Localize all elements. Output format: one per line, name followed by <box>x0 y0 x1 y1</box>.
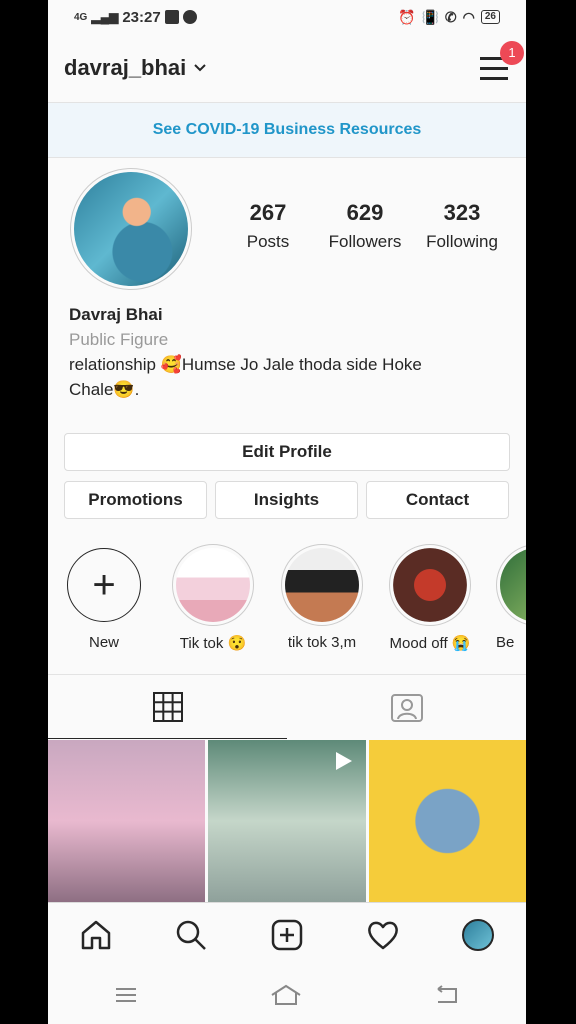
posts-count: 267 <box>249 200 287 225</box>
stat-followers[interactable]: 629 Followers <box>317 200 413 252</box>
status-time: 23:27 <box>122 8 161 26</box>
display-name: Davraj Bhai <box>69 305 163 324</box>
followers-label: Followers <box>328 232 402 251</box>
highlight-label: Tik tok 😯 <box>179 635 247 652</box>
posts-grid <box>48 740 526 902</box>
menu-icon-line <box>480 77 508 80</box>
network-indicator: 4G <box>74 11 88 23</box>
profile-tabs <box>48 674 526 739</box>
profile-bio: Davraj Bhai Public Figure relationship 🥰… <box>69 302 509 402</box>
call-icon: ✆ <box>444 8 457 25</box>
grid-icon <box>152 691 183 722</box>
edit-profile-button[interactable]: Edit Profile <box>64 433 510 471</box>
wifi-icon: ◠ <box>462 8 475 25</box>
highlight-new[interactable]: + New <box>62 544 146 651</box>
profile-avatar-icon[interactable] <box>462 919 495 951</box>
contact-button[interactable]: Contact <box>366 481 509 519</box>
tab-tagged[interactable] <box>287 675 526 739</box>
messenger-icon <box>182 10 197 24</box>
highlight-ring <box>281 544 363 626</box>
plus-icon: + <box>67 548 141 622</box>
highlight-item[interactable]: tik tok 3,m <box>280 544 364 651</box>
tab-posts-grid[interactable] <box>48 675 287 739</box>
facebook-icon <box>164 10 179 24</box>
battery-icon: 26 <box>480 10 500 24</box>
account-switcher[interactable]: davraj_bhai <box>64 55 206 81</box>
highlight-item[interactable]: Tik tok 😯 <box>171 544 255 652</box>
post-thumbnail[interactable] <box>208 740 366 902</box>
alarm-icon: ⏰ <box>398 8 416 25</box>
profile-photo <box>74 172 188 286</box>
followers-count: 629 <box>346 200 384 225</box>
highlight-item[interactable]: Be <box>496 544 526 651</box>
signal-icon: ▂▄▆ <box>91 10 119 24</box>
covid-resources-link[interactable]: See COVID-19 Business Resources <box>48 102 526 158</box>
highlight-label: New <box>88 634 119 651</box>
add-post-icon[interactable] <box>271 919 303 951</box>
recent-apps-icon[interactable] <box>114 985 138 1005</box>
stat-following[interactable]: 323 Following <box>414 200 510 252</box>
stat-posts[interactable]: 267 Posts <box>220 200 316 252</box>
post-thumbnail[interactable] <box>368 740 526 902</box>
highlight-ring <box>172 544 254 626</box>
profile-stats: 267 Posts 629 Followers 323 Following <box>220 200 510 252</box>
promotions-button[interactable]: Promotions <box>64 481 207 519</box>
following-count: 323 <box>443 200 481 225</box>
highlight-thumbnail <box>176 548 250 622</box>
bio-line-2: Chale😎. <box>69 380 140 399</box>
highlight-thumbnail <box>393 548 467 622</box>
home-icon[interactable] <box>80 919 112 951</box>
vibrate-icon: 📳 <box>421 8 439 25</box>
video-icon <box>335 752 352 770</box>
chevron-down-icon <box>194 64 206 72</box>
category-label: Public Figure <box>69 330 169 349</box>
posts-label: Posts <box>246 232 290 251</box>
following-label: Following <box>426 232 498 251</box>
back-icon[interactable] <box>434 985 460 1005</box>
highlight-label: tik tok 3,m <box>287 634 357 651</box>
highlight-ring <box>389 544 471 626</box>
heart-icon[interactable] <box>367 920 399 950</box>
username: davraj_bhai <box>64 55 187 80</box>
search-icon[interactable] <box>175 919 207 951</box>
insights-button[interactable]: Insights <box>215 481 358 519</box>
post-thumbnail[interactable] <box>48 740 206 902</box>
highlight-label: Mood off 😭 <box>389 635 471 652</box>
bio-line-1: relationship 🥰Humse Jo Jale thoda side H… <box>69 355 422 374</box>
highlight-label: Be <box>496 634 515 651</box>
profile-avatar[interactable] <box>70 168 192 290</box>
menu-icon-line <box>480 67 508 70</box>
highlight-item[interactable]: Mood off 😭 <box>388 544 472 652</box>
highlight-thumbnail <box>500 548 526 622</box>
system-navigation-bar <box>48 966 526 1024</box>
menu-button[interactable]: 1 <box>480 41 524 81</box>
notification-badge: 1 <box>500 41 524 65</box>
highlight-ring <box>496 544 526 626</box>
home-button-icon[interactable] <box>270 984 302 1006</box>
tagged-user-icon <box>390 694 423 722</box>
highlight-thumbnail <box>285 548 359 622</box>
bottom-navigation <box>48 902 526 967</box>
status-bar: 4G ▂▄▆ 23:27 ⏰ 📳 ✆ ◠ 26 <box>48 0 526 34</box>
instagram-profile-screen: 4G ▂▄▆ 23:27 ⏰ 📳 ✆ ◠ 26 davraj_bhai 1 Se… <box>48 0 526 1024</box>
profile-header: davraj_bhai 1 <box>48 34 526 102</box>
